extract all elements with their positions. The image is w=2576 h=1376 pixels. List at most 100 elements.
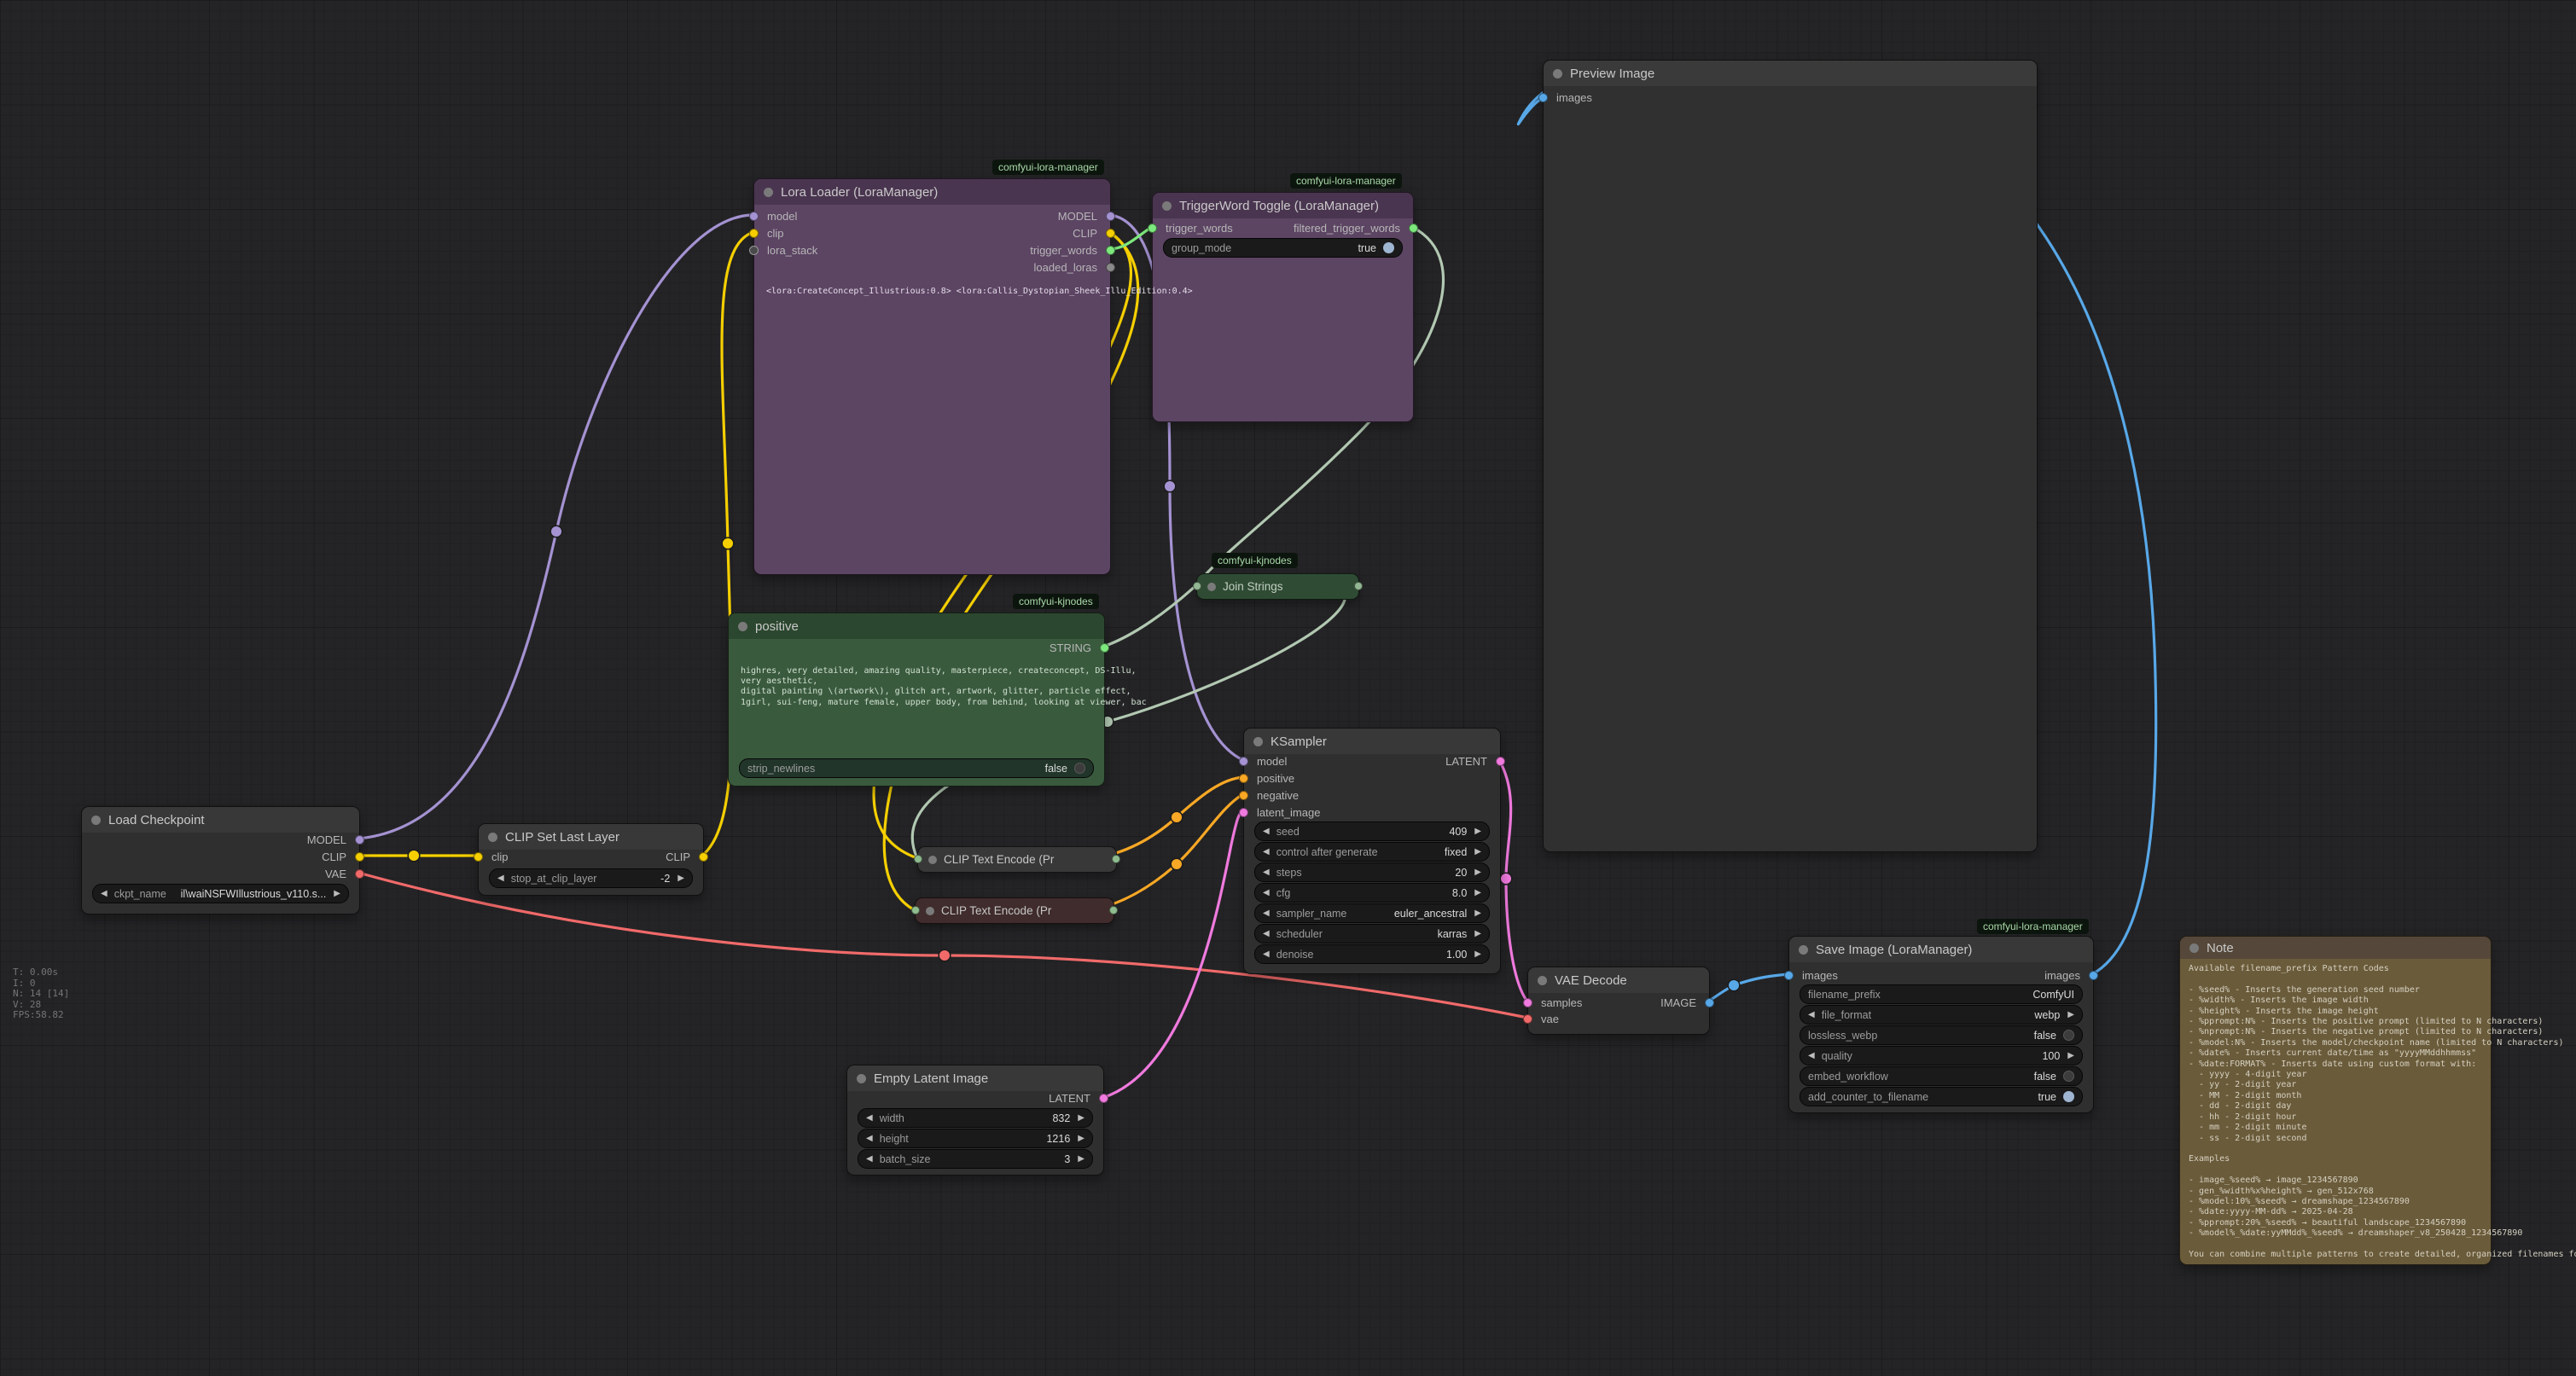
combo-left-arrow[interactable]: ◀ <box>1263 848 1270 856</box>
node-clip-set-last-layer[interactable]: CLIP Set Last Layer clip CLIP ◀ stop_at_… <box>478 823 704 896</box>
combo-right-arrow[interactable]: ▶ <box>1078 1155 1084 1164</box>
node-title-bar[interactable]: Lora Loader (LoraManager) <box>754 179 1110 205</box>
widget-scheduler[interactable]: ◀ scheduler karras ▶ <box>1254 924 1490 943</box>
reroute-dot[interactable] <box>1164 480 1176 492</box>
widget-width[interactable]: ◀ width 832 ▶ <box>858 1108 1093 1128</box>
reroute-dot[interactable] <box>939 949 951 961</box>
collapsed-output-dot[interactable] <box>1109 906 1118 914</box>
input-dot-model[interactable] <box>749 212 759 221</box>
output-dot-images[interactable] <box>2089 971 2098 980</box>
node-title-bar[interactable]: TriggerWord Toggle (LoraManager) <box>1153 193 1413 218</box>
input-dot-negative[interactable] <box>1239 791 1248 800</box>
combo-right-arrow[interactable]: ▶ <box>1474 827 1481 836</box>
input-dot-trigger-words[interactable] <box>1148 224 1157 233</box>
widget-height[interactable]: ◀ height 1216 ▶ <box>858 1129 1093 1148</box>
collapsed-output-dot[interactable] <box>1112 855 1120 863</box>
output-dot-vae[interactable] <box>355 869 364 879</box>
input-dot-clip[interactable] <box>749 229 759 238</box>
output-dot-clip[interactable] <box>355 852 364 862</box>
toggle-dot[interactable] <box>2063 1030 2074 1041</box>
node-clip-text-encode-positive[interactable]: CLIP Text Encode (Pr <box>917 846 1117 873</box>
node-clip-text-encode-negative[interactable]: CLIP Text Encode (Pr <box>915 897 1114 924</box>
combo-left-arrow[interactable]: ◀ <box>1263 868 1270 877</box>
combo-right-arrow[interactable]: ▶ <box>1474 930 1481 938</box>
node-lora-loader[interactable]: Lora Loader (LoraManager) model MODEL cl… <box>753 178 1111 575</box>
widget-denoise[interactable]: ◀ denoise 1.00 ▶ <box>1254 944 1490 964</box>
input-dot-lora-stack[interactable] <box>749 246 759 255</box>
combo-left-arrow[interactable]: ◀ <box>1263 909 1270 918</box>
widget-file-format[interactable]: ◀ file_format webp ▶ <box>1800 1005 2083 1025</box>
node-title-bar[interactable]: Note <box>2180 937 2491 959</box>
collapsed-input-dot[interactable] <box>914 855 922 863</box>
reroute-dot[interactable] <box>408 850 420 862</box>
output-dot-model[interactable] <box>1106 212 1115 221</box>
node-title-bar[interactable]: Save Image (LoraManager) <box>1789 937 2093 962</box>
toggle-dot[interactable] <box>2063 1071 2074 1082</box>
output-dot-clip[interactable] <box>1106 229 1115 238</box>
widget-filename-prefix[interactable]: filename_prefix ComfyUI <box>1800 984 2083 1004</box>
reroute-dot[interactable] <box>1171 811 1183 823</box>
combo-left-arrow[interactable]: ◀ <box>1263 889 1270 897</box>
input-dot-clip[interactable] <box>474 852 483 862</box>
output-dot-clip[interactable] <box>699 852 708 862</box>
node-load-checkpoint[interactable]: Load Checkpoint MODEL CLIP VAE ◀ ckpt_na… <box>81 806 360 914</box>
widget-lossless-webp[interactable]: lossless_webp false <box>1800 1025 2083 1045</box>
node-empty-latent-image[interactable]: Empty Latent Image LATENT ◀ width 832 ▶ … <box>846 1065 1104 1176</box>
combo-right-arrow[interactable]: ▶ <box>1474 889 1481 897</box>
node-save-image[interactable]: Save Image (LoraManager) images images f… <box>1788 936 2094 1113</box>
reroute-dot[interactable] <box>1500 873 1512 885</box>
output-dot-trigger-words[interactable] <box>1106 246 1115 255</box>
output-dot-loaded-loras[interactable] <box>1106 263 1115 272</box>
output-dot-image[interactable] <box>1705 998 1714 1007</box>
node-positive-string[interactable]: positive STRING highres, very detailed, … <box>728 613 1105 787</box>
combo-right-arrow[interactable]: ▶ <box>1474 950 1481 959</box>
node-vae-decode[interactable]: VAE Decode samples IMAGE vae <box>1527 967 1710 1035</box>
node-title-bar[interactable]: Empty Latent Image <box>847 1065 1103 1091</box>
widget-stop-at-clip-layer[interactable]: ◀ stop_at_clip_layer -2 ▶ <box>489 868 693 888</box>
node-triggerword-toggle[interactable]: TriggerWord Toggle (LoraManager) trigger… <box>1152 192 1414 422</box>
widget-quality[interactable]: ◀ quality 100 ▶ <box>1800 1046 2083 1065</box>
toggle-dot[interactable] <box>2063 1091 2074 1102</box>
reroute-dot[interactable] <box>722 537 734 549</box>
widget-control-after-generate[interactable]: ◀ control after generate fixed ▶ <box>1254 842 1490 862</box>
node-title-bar[interactable]: positive <box>729 613 1104 639</box>
combo-right-arrow[interactable]: ▶ <box>1474 868 1481 877</box>
widget-group-mode[interactable]: group_mode true <box>1163 238 1403 258</box>
input-dot-positive[interactable] <box>1239 774 1248 783</box>
combo-left-arrow[interactable]: ◀ <box>1808 1011 1815 1019</box>
combo-right-arrow[interactable]: ▶ <box>1474 909 1481 918</box>
node-title-bar[interactable]: Load Checkpoint <box>82 807 359 833</box>
collapsed-input-dot[interactable] <box>1193 582 1201 590</box>
combo-right-arrow[interactable]: ▶ <box>1078 1114 1084 1123</box>
node-title-bar[interactable]: Preview Image <box>1544 61 2037 86</box>
combo-left-arrow[interactable]: ◀ <box>1808 1052 1815 1060</box>
node-note[interactable]: Note Available filename_prefix Pattern C… <box>2179 936 2492 1265</box>
input-dot-samples[interactable] <box>1523 998 1532 1007</box>
widget-batch-size[interactable]: ◀ batch_size 3 ▶ <box>858 1149 1093 1169</box>
node-graph-canvas[interactable]: Preview Image images TriggerWord Toggle … <box>0 0 2576 1376</box>
widget-strip-newlines[interactable]: strip_newlines false <box>739 758 1094 778</box>
input-dot-images[interactable] <box>1784 971 1794 980</box>
output-dot-filtered-trigger-words[interactable] <box>1409 224 1418 233</box>
widget-add-counter-to-filename[interactable]: add_counter_to_filename true <box>1800 1087 2083 1106</box>
input-dot-vae[interactable] <box>1523 1014 1532 1024</box>
combo-left-arrow[interactable]: ◀ <box>1263 950 1270 959</box>
node-ksampler[interactable]: KSampler model LATENT positive negative … <box>1243 728 1501 974</box>
input-dot-latent-image[interactable] <box>1239 808 1248 817</box>
input-dot-model[interactable] <box>1239 757 1248 766</box>
combo-right-arrow[interactable]: ▶ <box>2067 1011 2074 1019</box>
combo-left-arrow[interactable]: ◀ <box>866 1155 873 1164</box>
combo-right-arrow[interactable]: ▶ <box>2067 1052 2074 1060</box>
node-join-strings[interactable]: Join Strings <box>1196 573 1359 600</box>
reroute-dot[interactable] <box>1728 979 1740 991</box>
widget-embed-workflow[interactable]: embed_workflow false <box>1800 1066 2083 1086</box>
collapsed-output-dot[interactable] <box>1354 582 1363 590</box>
combo-left-arrow[interactable]: ◀ <box>101 890 108 898</box>
toggle-dot[interactable] <box>1383 242 1394 253</box>
combo-left-arrow[interactable]: ◀ <box>1263 827 1270 836</box>
node-title-bar[interactable]: VAE Decode <box>1528 967 1709 993</box>
combo-right-arrow[interactable]: ▶ <box>677 874 684 883</box>
widget-seed[interactable]: ◀ seed 409 ▶ <box>1254 822 1490 841</box>
combo-left-arrow[interactable]: ◀ <box>866 1135 873 1143</box>
note-text[interactable]: Available filename_prefix Pattern Codes … <box>2189 964 2576 1260</box>
